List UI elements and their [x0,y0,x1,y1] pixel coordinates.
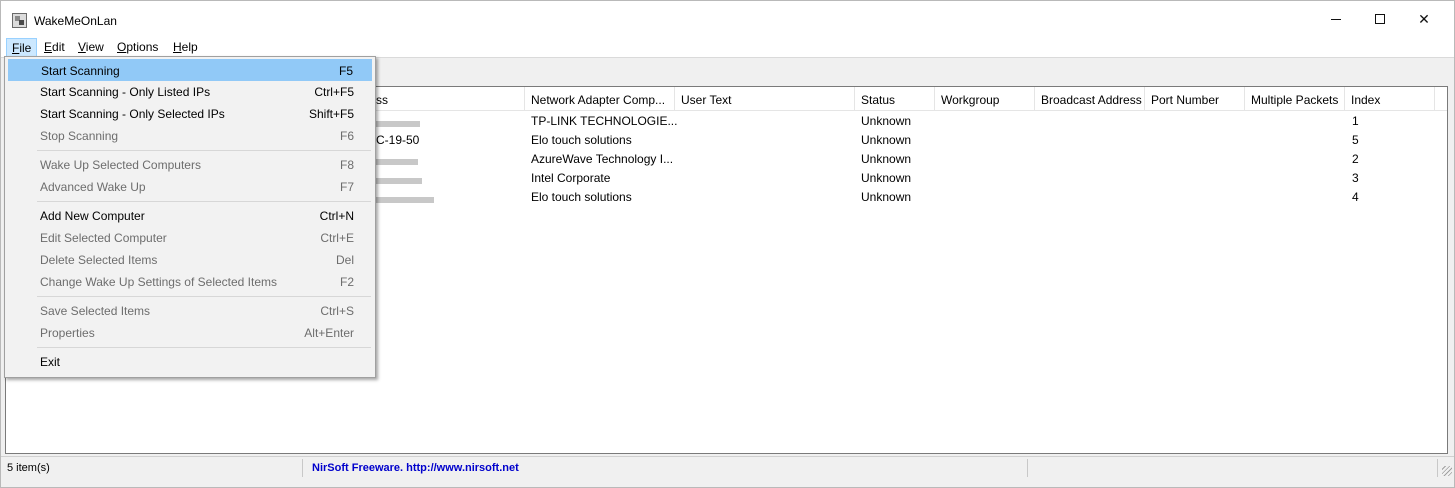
menu-options[interactable]: Options [112,38,163,57]
column-broadcast-address[interactable]: Broadcast Address [1035,87,1145,111]
column-mac-address[interactable]: ss [370,87,525,111]
status-cell: Unknown [861,171,912,185]
index-cell: 1 [1352,114,1359,128]
nirsoft-link[interactable]: NirSoft Freeware. http://www.nirsoft.net [308,459,1028,477]
menu-edit-selected-computer[interactable]: Edit Selected Computer Ctrl+E [8,227,372,249]
title-bar[interactable]: WakeMeOnLan ✕ [1,1,1454,37]
menu-start-scanning-listed[interactable]: Start Scanning - Only Listed IPs Ctrl+F5 [8,81,372,103]
column-index[interactable]: Index [1345,87,1435,111]
menu-wake-up-selected[interactable]: Wake Up Selected Computers F8 [8,154,372,176]
menu-start-scanning-selected[interactable]: Start Scanning - Only Selected IPs Shift… [8,103,372,125]
status-cell: Unknown [861,114,912,128]
menu-separator [37,347,371,348]
redacted-mac [376,178,422,184]
column-port-number[interactable]: Port Number [1145,87,1245,111]
menu-exit[interactable]: Exit [8,351,372,373]
item-count: 5 item(s) [3,459,303,477]
close-button[interactable]: ✕ [1401,1,1447,37]
column-status[interactable]: Status [855,87,935,111]
menu-save-selected[interactable]: Save Selected Items Ctrl+S [8,300,372,322]
adapter-cell: Intel Corporate [531,171,611,185]
index-cell: 4 [1352,190,1359,204]
status-panel-empty [1028,459,1438,477]
maximize-icon [1375,14,1385,24]
menu-delete-selected[interactable]: Delete Selected Items Del [8,249,372,271]
status-bar: 5 item(s) NirSoft Freeware. http://www.n… [1,456,1454,478]
adapter-cell: AzureWave Technology I... [531,152,674,166]
menu-bar: File Edit View Options Help [1,37,1454,57]
index-cell: 3 [1352,171,1359,185]
adapter-cell: Elo touch solutions [531,133,632,147]
minimize-button[interactable] [1313,1,1359,37]
menu-separator [37,150,371,151]
redacted-mac [376,159,418,165]
close-icon: ✕ [1418,10,1430,27]
menu-file[interactable]: File [6,38,38,57]
menu-separator [37,296,371,297]
menu-change-wake-settings[interactable]: Change Wake Up Settings of Selected Item… [8,271,372,293]
menu-edit[interactable]: Edit [39,38,70,57]
redacted-mac [376,197,434,203]
adapter-cell: TP-LINK TECHNOLOGIE... [531,114,678,128]
menu-properties[interactable]: Properties Alt+Enter [8,322,372,344]
menu-separator [37,201,371,202]
file-menu-dropdown: Start Scanning F5 Start Scanning - Only … [4,56,376,378]
status-cell: Unknown [861,133,912,147]
status-cell: Unknown [861,190,912,204]
redacted-mac [376,121,420,127]
menu-help[interactable]: Help [168,38,203,57]
column-multiple-packets[interactable]: Multiple Packets [1245,87,1345,111]
menu-stop-scanning[interactable]: Stop Scanning F6 [8,125,372,147]
app-icon [12,13,27,28]
app-window: WakeMeOnLan ✕ File Edit View Options Hel… [0,0,1455,488]
menu-start-scanning[interactable]: Start Scanning F5 [8,59,372,81]
column-network-adapter[interactable]: Network Adapter Comp... [525,87,675,111]
minimize-icon [1331,18,1341,20]
maximize-button[interactable] [1357,1,1403,37]
column-user-text[interactable]: User Text [675,87,855,111]
mac-cell: C-19-50 [376,133,420,147]
menu-add-new-computer[interactable]: Add New Computer Ctrl+N [8,205,372,227]
window-title: WakeMeOnLan [34,14,117,28]
adapter-cell: Elo touch solutions [531,190,632,204]
resize-grip-icon[interactable] [1442,466,1452,476]
index-cell: 5 [1352,133,1359,147]
status-cell: Unknown [861,152,912,166]
column-workgroup[interactable]: Workgroup [935,87,1035,111]
menu-view[interactable]: View [73,38,109,57]
index-cell: 2 [1352,152,1359,166]
menu-advanced-wake-up[interactable]: Advanced Wake Up F7 [8,176,372,198]
